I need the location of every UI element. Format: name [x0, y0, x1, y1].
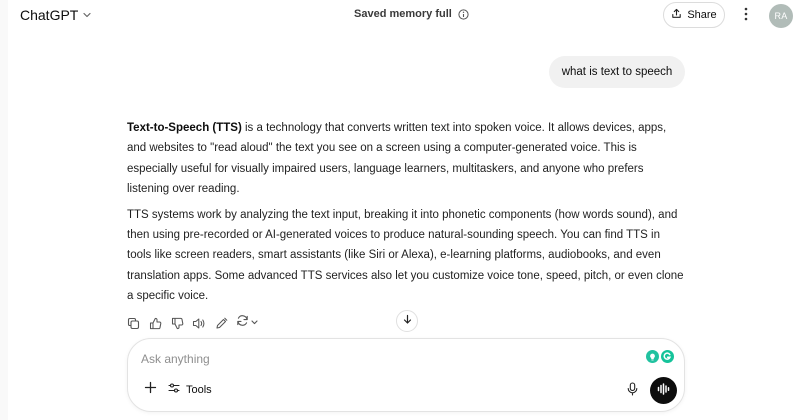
model-selector[interactable]: ChatGPT [20, 7, 92, 23]
more-options-button[interactable] [739, 6, 753, 26]
plus-icon [144, 381, 157, 399]
prompt-input[interactable] [141, 349, 621, 369]
dictate-button[interactable] [624, 381, 640, 401]
scroll-to-bottom-button[interactable] [396, 310, 418, 332]
top-bar: ChatGPT Saved memory full Share RA [0, 0, 800, 32]
arrow-down-icon [402, 312, 413, 330]
chatgpt-window: ChatGPT Saved memory full Share RA what … [0, 0, 800, 420]
edit-icon[interactable] [214, 315, 228, 331]
chevron-down-icon [82, 10, 92, 20]
assistant-paragraph-1: Text-to-Speech (TTS) is a technology tha… [127, 118, 687, 200]
tools-button[interactable]: Tools [168, 381, 212, 399]
prompt-composer: Tools [127, 338, 685, 412]
tools-label: Tools [186, 384, 212, 396]
copy-icon[interactable] [126, 315, 140, 331]
voice-mode-button[interactable] [650, 377, 677, 404]
bulb-extension-icon[interactable] [646, 350, 659, 363]
thumbs-up-icon[interactable] [148, 315, 162, 331]
mic-icon [627, 381, 638, 401]
sliders-icon [168, 381, 180, 399]
user-message-bubble: what is text to speech [549, 56, 685, 88]
memory-status-text: Saved memory full [354, 8, 452, 20]
assistant-paragraph-2: TTS systems work by analyzing the text i… [127, 208, 684, 303]
thumbs-down-icon[interactable] [170, 315, 184, 331]
chevron-down-icon [250, 314, 259, 332]
read-aloud-icon[interactable] [192, 315, 206, 331]
regenerate-icon [236, 314, 249, 332]
add-attachment-button[interactable] [141, 381, 159, 399]
assistant-bold-term: Text-to-Speech (TTS) [127, 122, 242, 134]
model-name: ChatGPT [20, 7, 79, 23]
more-vertical-icon [744, 7, 748, 26]
assistant-message: Text-to-Speech (TTS) is a technology tha… [127, 118, 687, 312]
share-label: Share [687, 9, 717, 21]
voice-mode-icon [657, 382, 670, 400]
memory-status[interactable]: Saved memory full [354, 8, 469, 20]
avatar[interactable]: RA [769, 4, 793, 28]
message-actions [126, 314, 259, 332]
info-icon[interactable] [458, 8, 469, 20]
regenerate-button[interactable] [236, 314, 259, 332]
share-icon [671, 6, 682, 24]
share-button[interactable]: Share [663, 2, 725, 28]
grammarly-icon[interactable] [661, 350, 674, 363]
extension-icons [646, 350, 674, 363]
sidebar-edge [0, 0, 8, 420]
